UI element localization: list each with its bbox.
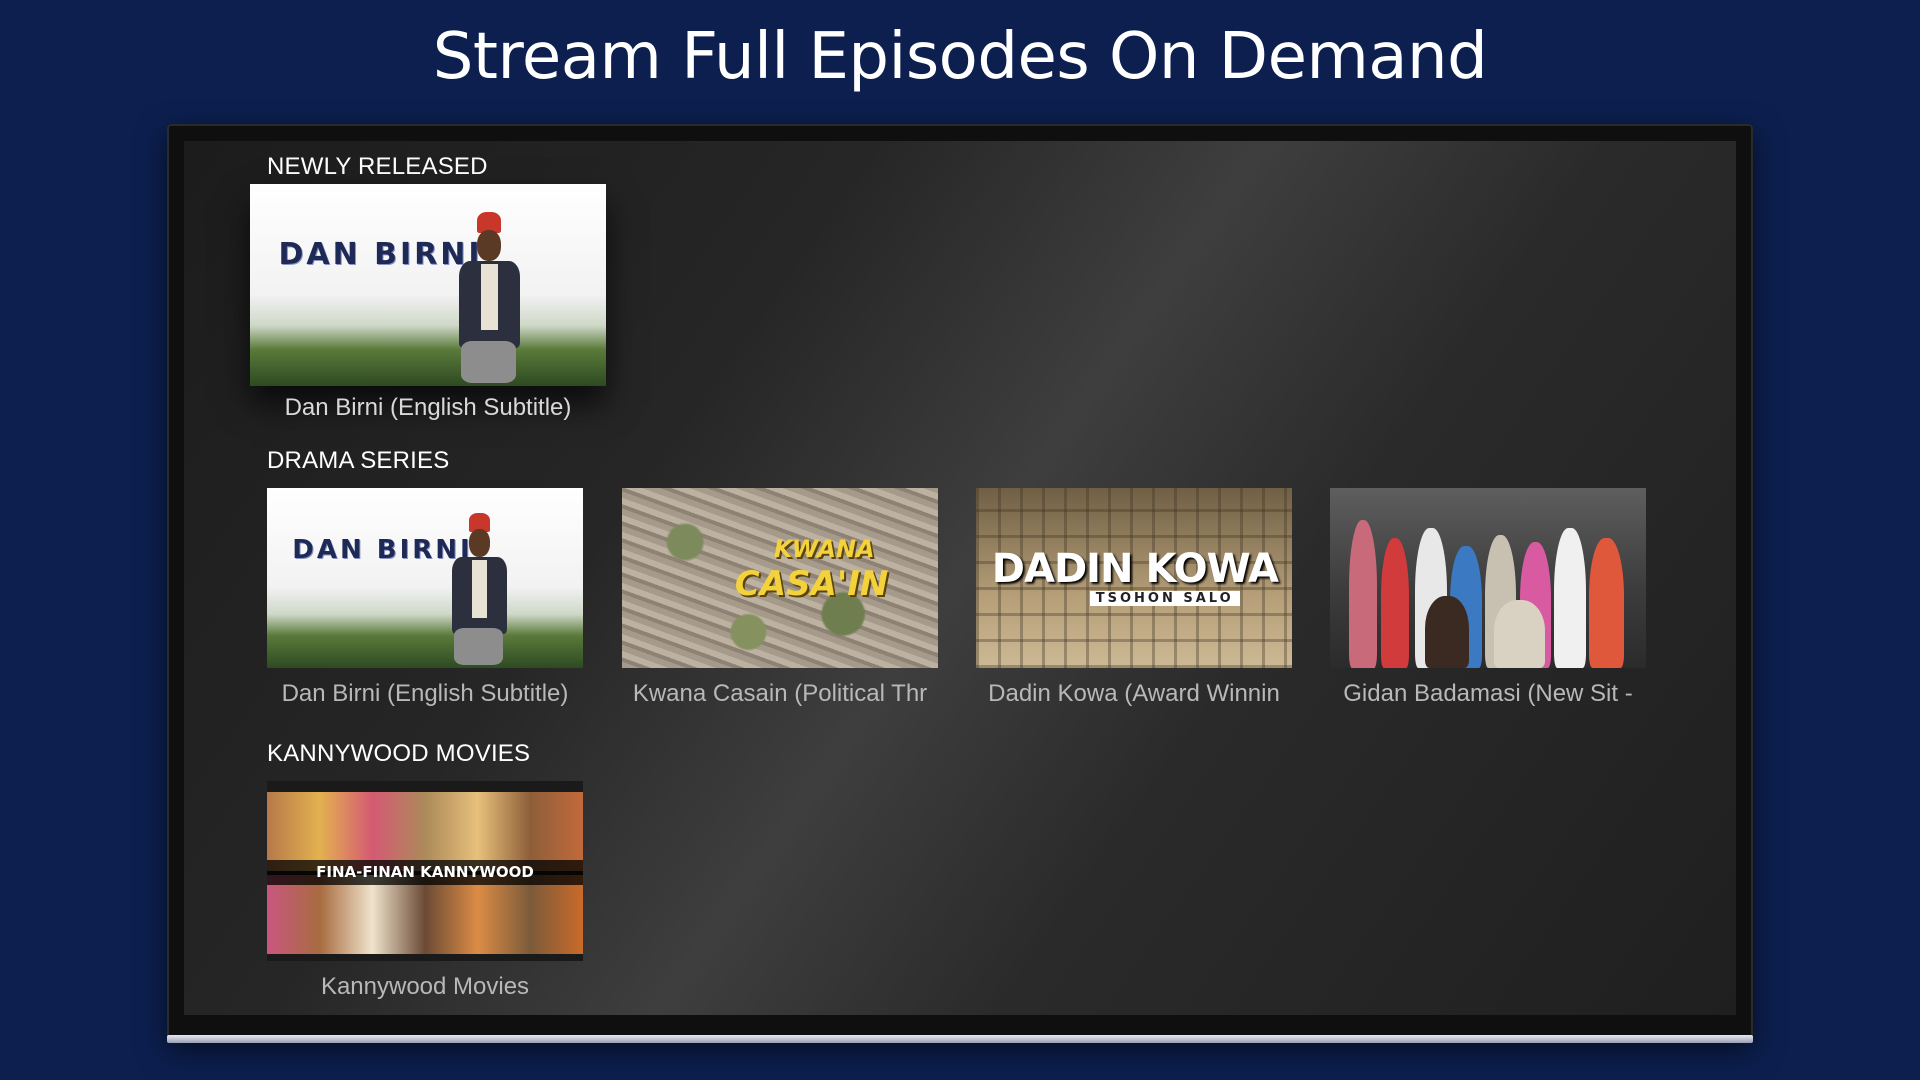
tile-drama-kwana-casain[interactable]: KWANA CASA'IN Kwana Casain (Political Th… (622, 488, 938, 718)
tv-stand (167, 1035, 1753, 1043)
man-on-motorbike-image (438, 513, 520, 668)
tile-newly-released-dan-birni[interactable]: DAN BIRNI Dan Birni (English Subtitle) (250, 184, 606, 424)
tile-caption: Dan Birni (English Subtitle) (284, 394, 572, 421)
tile-drama-dan-birni[interactable]: DAN BIRNI Dan Birni (English Subtitle) (267, 488, 583, 718)
thumbnail-gidan-badamasi (1330, 488, 1646, 668)
tile-caption: Gidan Badamasi (New Sit - (1343, 680, 1633, 707)
thumbnail-kannywood-movies: FINA-FINAN KANNYWOOD (267, 781, 583, 961)
thumbnail-dadin-kowa: DADIN KOWA TSOHON SALO (976, 488, 1292, 668)
tv-frame: NEWLY RELEASED DAN BIRNI Dan Birni (Engl… (167, 124, 1753, 1040)
thumbnail-title-text: KWANA (773, 534, 875, 563)
tile-caption: Dan Birni (English Subtitle) (281, 680, 569, 707)
tile-drama-gidan-badamasi[interactable]: Gidan Badamasi (New Sit - (1330, 488, 1646, 718)
thumbnail-title-text: DADIN KOWA (991, 545, 1279, 592)
page-headline: Stream Full Episodes On Demand (432, 20, 1488, 94)
thumbnail-title-text: FINA-FINAN KANNYWOOD (267, 860, 583, 886)
actor-collage-image (267, 791, 583, 871)
tile-caption: Kwana Casain (Political Thr (632, 680, 928, 707)
tile-kannywood-movies[interactable]: FINA-FINAN KANNYWOOD Kannywood Movies (267, 781, 583, 1011)
section-title-kannywood-movies: KANNYWOOD MOVIES (267, 740, 531, 767)
section-title-drama-series: DRAMA SERIES (267, 447, 450, 474)
cast-group-photo (1330, 488, 1646, 668)
thumbnail-dan-birni: DAN BIRNI (250, 184, 606, 386)
tv-screen: NEWLY RELEASED DAN BIRNI Dan Birni (Engl… (184, 141, 1736, 1015)
thumbnail-title-text: CASA'IN (734, 563, 889, 604)
tile-drama-dadin-kowa[interactable]: DADIN KOWA TSOHON SALO Dadin Kowa (Award… (976, 488, 1292, 718)
thumbnail-kwana-casain: KWANA CASA'IN (622, 488, 938, 668)
tile-caption: Dadin Kowa (Award Winnin (988, 680, 1280, 707)
man-on-motorbike-image (442, 212, 535, 386)
tile-caption: Kannywood Movies (320, 973, 530, 1000)
section-title-newly-released: NEWLY RELEASED (267, 153, 488, 180)
thumbnail-dan-birni: DAN BIRNI (267, 488, 583, 668)
actor-collage-image (267, 874, 583, 954)
thumbnail-subtitle-text: TSOHON SALO (1089, 590, 1240, 606)
